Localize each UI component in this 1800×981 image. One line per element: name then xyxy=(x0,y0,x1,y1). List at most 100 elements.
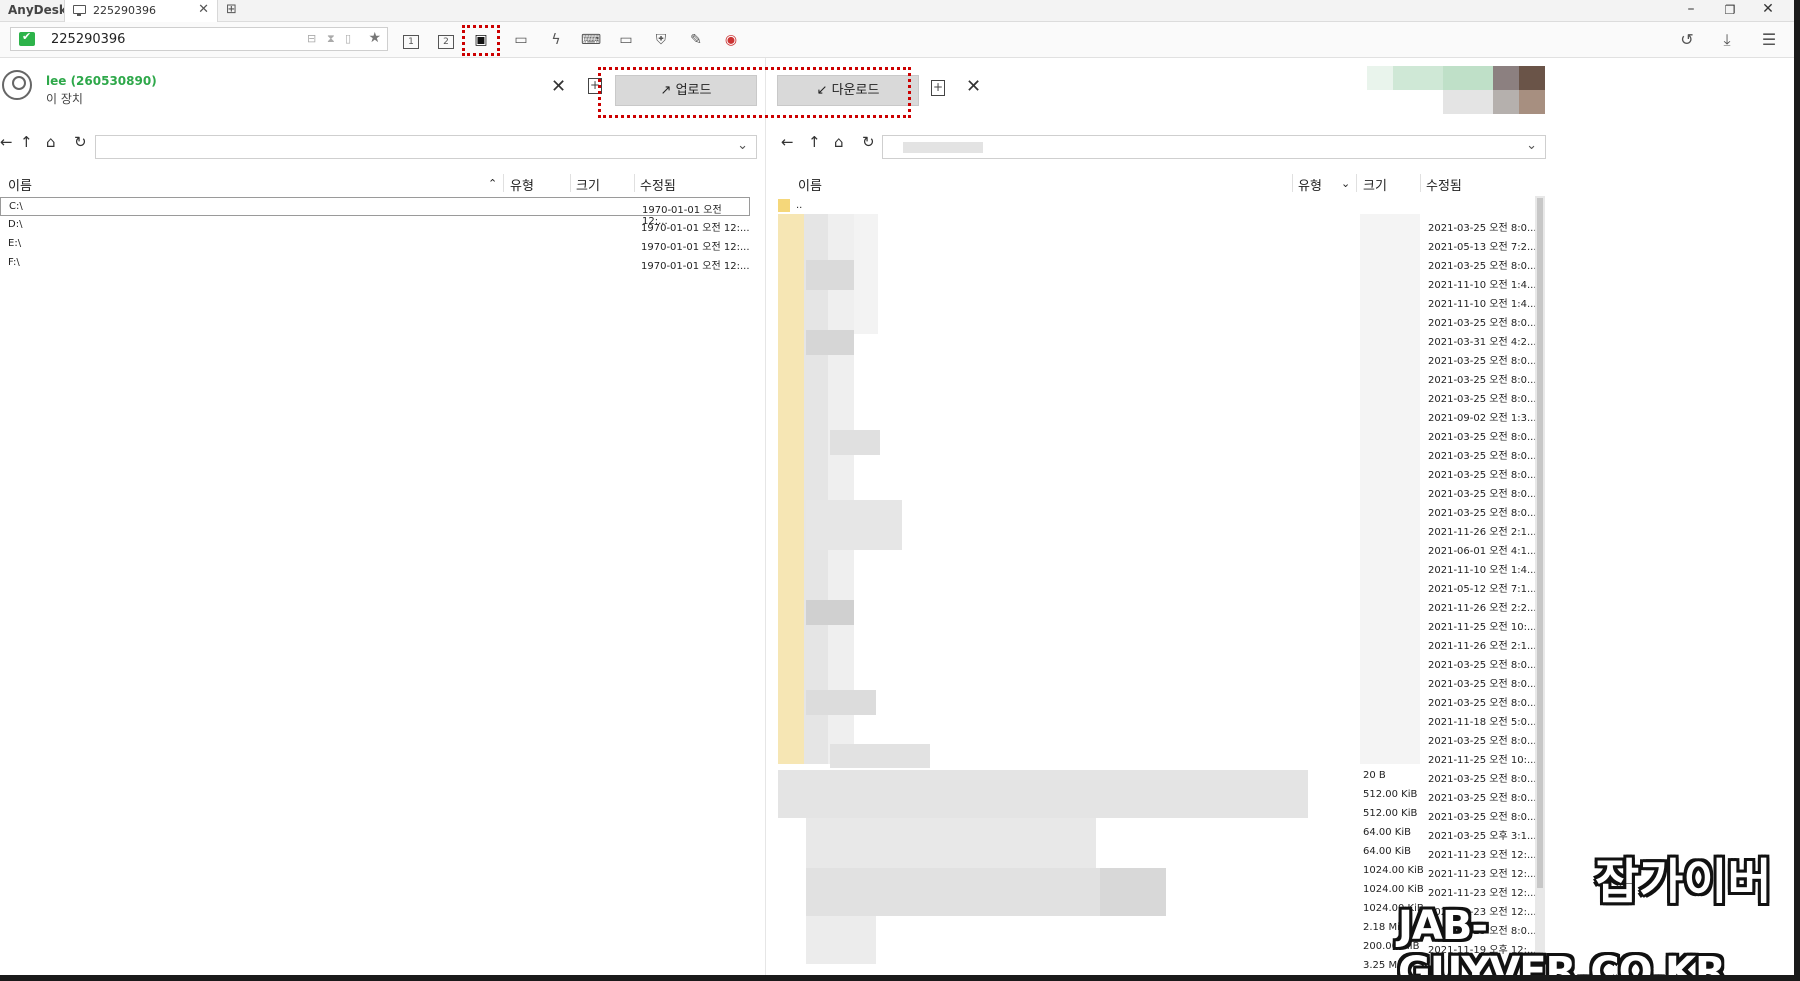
download-icon: ⤓ xyxy=(1723,30,1731,49)
drive-name: E:\ xyxy=(8,238,22,249)
chat-icon: ▭ xyxy=(514,32,528,48)
file-size: 512.00 KiB xyxy=(1363,789,1418,800)
remote-scrollbar[interactable] xyxy=(1535,196,1545,976)
remote-path-input[interactable]: ⌄ xyxy=(882,135,1546,159)
file-modified: 2021-06-01 오전 4:1... xyxy=(1428,546,1537,557)
display-button[interactable]: ▭ xyxy=(613,28,639,52)
col-modified[interactable]: 수정됨 xyxy=(640,175,676,194)
file-modified: 2021-11-10 오전 1:4... xyxy=(1428,565,1537,576)
add-remote-pane-icon[interactable]: + xyxy=(931,80,945,96)
monitor-2-icon: 2 xyxy=(438,35,454,49)
scrollbar-thumb[interactable] xyxy=(1537,198,1543,888)
close-local-pane-icon[interactable]: ✕ xyxy=(551,76,566,97)
refresh-icon[interactable]: ↻ xyxy=(862,133,875,151)
drive-modified: 1970-01-01 오전 12:... xyxy=(641,261,750,272)
monitor-1-icon: 1 xyxy=(403,35,419,49)
sort-asc-icon[interactable]: ⌃ xyxy=(488,177,497,190)
file-modified: 2021-03-25 오전 8:0... xyxy=(1428,698,1537,709)
remote-avatar-blurred xyxy=(1367,66,1545,114)
back-icon[interactable]: ← xyxy=(0,133,13,151)
file-size: 64.00 KiB xyxy=(1363,846,1412,857)
home-icon[interactable]: ⌂ xyxy=(834,133,844,151)
drive-modified: 1970-01-01 오전 12:... xyxy=(641,223,750,234)
file-modified: 2021-03-25 오전 8:0... xyxy=(1428,470,1537,481)
home-icon[interactable]: ⌂ xyxy=(46,133,56,151)
file-modified: 2021-11-25 오전 10:... xyxy=(1428,755,1537,766)
chevron-down-icon[interactable]: ⌄ xyxy=(1526,138,1537,153)
table-row[interactable]: F:\ 1970-01-01 오전 12:... xyxy=(0,254,750,273)
favorite-star-icon[interactable]: ★ xyxy=(368,30,381,46)
highlight-transfer-buttons xyxy=(598,67,911,118)
file-modified: 2021-03-25 오전 8:0... xyxy=(1428,736,1537,747)
minimize-button[interactable]: – xyxy=(1676,1,1706,17)
col-name[interactable]: 이름 xyxy=(8,175,32,194)
whiteboard-button[interactable]: ✎ xyxy=(683,28,709,52)
file-size: 1024.00 KiB xyxy=(1363,865,1424,876)
drive-name: F:\ xyxy=(8,257,20,268)
col-size[interactable]: 크기 xyxy=(1363,175,1387,194)
drive-modified: 1970-01-01 오전 12:... xyxy=(641,242,750,253)
monitor-1-button[interactable]: 1 xyxy=(398,28,424,52)
record-icon: ◉ xyxy=(724,32,738,48)
record-button[interactable]: ◉ xyxy=(718,28,744,52)
tab-bar: AnyDesk 225290396 ✕ ⊞ – ❐ ✕ xyxy=(0,0,1800,22)
watermark-url: JAB-GUYVER.CO.KR xyxy=(1398,903,1726,981)
col-divider xyxy=(570,174,571,192)
connection-status-icon xyxy=(19,30,35,46)
new-tab-icon[interactable]: ⊞ xyxy=(226,2,237,17)
col-divider xyxy=(1356,174,1357,192)
col-size[interactable]: 크기 xyxy=(576,175,600,194)
address-bar[interactable]: 225290396 ⊟ ⧗ ▯ ★ xyxy=(10,27,388,51)
up-icon[interactable]: ↑ xyxy=(20,133,33,151)
col-type[interactable]: 유형 xyxy=(1298,175,1322,194)
download-button[interactable]: ⤓ xyxy=(1714,28,1740,52)
table-row[interactable]: E:\ 1970-01-01 오전 12:... xyxy=(0,235,750,254)
table-row[interactable]: C:\ 1970-01-01 오전 12:... xyxy=(0,197,750,227)
file-modified: 2021-09-02 오전 1:3... xyxy=(1428,413,1537,424)
parent-dir[interactable]: .. xyxy=(796,200,802,211)
drive-name: C:\ xyxy=(9,201,23,212)
menu-button[interactable]: ☰ xyxy=(1756,28,1782,52)
action-button[interactable]: ϟ xyxy=(543,28,569,52)
file-modified: 2021-03-25 오전 8:0... xyxy=(1428,356,1537,367)
restore-button[interactable]: ❐ xyxy=(1715,3,1745,17)
hourglass-icon: ⧗ xyxy=(327,32,335,45)
back-icon[interactable]: ← xyxy=(781,133,794,151)
chevron-down-icon[interactable]: ⌄ xyxy=(737,138,748,153)
file-modified: 2021-03-31 오전 4:2... xyxy=(1428,337,1537,348)
permissions-button[interactable]: ⛨ xyxy=(648,28,674,52)
file-modified: 2021-03-25 오전 8:0... xyxy=(1428,508,1537,519)
col-type[interactable]: 유형 xyxy=(510,175,534,194)
col-modified[interactable]: 수정됨 xyxy=(1426,175,1462,194)
file-modified: 2021-11-23 오전 12:... xyxy=(1428,869,1537,880)
file-modified: 2021-11-10 오전 1:4... xyxy=(1428,299,1537,310)
col-divider xyxy=(1292,174,1293,192)
file-modified: 2021-03-25 오후 3:1... xyxy=(1428,831,1537,842)
close-window-button[interactable]: ✕ xyxy=(1753,1,1783,17)
sort-desc-icon[interactable]: ⌄ xyxy=(1341,177,1350,190)
up-icon[interactable]: ↑ xyxy=(808,133,821,151)
refresh-icon[interactable]: ↻ xyxy=(74,133,87,151)
file-modified: 2021-05-13 오전 7:2... xyxy=(1428,242,1537,253)
file-modified: 2021-11-23 오전 12:... xyxy=(1428,888,1537,899)
file-size: 1024.00 KiB xyxy=(1363,884,1424,895)
file-modified: 2021-03-25 오전 8:0... xyxy=(1428,793,1537,804)
table-row[interactable]: D:\ 1970-01-01 오전 12:... xyxy=(0,216,750,235)
file-modified: 2021-03-25 오전 8:0... xyxy=(1428,261,1537,272)
history-button[interactable]: ↺ xyxy=(1674,28,1700,52)
file-size: 64.00 KiB xyxy=(1363,827,1412,838)
tab-session[interactable]: 225290396 ✕ xyxy=(64,0,218,22)
keyboard-icon: ⌨ xyxy=(580,32,602,48)
chat-button[interactable]: ▭ xyxy=(508,28,534,52)
lightning-icon: ϟ xyxy=(551,32,561,48)
highlight-file-transfer xyxy=(462,25,500,56)
file-size: 512.00 KiB xyxy=(1363,808,1418,819)
monitor-2-button[interactable]: 2 xyxy=(433,28,459,52)
keyboard-button[interactable]: ⌨ xyxy=(578,28,604,52)
session-toolbar: 225290396 ⊟ ⧗ ▯ ★ 1 2 ▣ ▭ ϟ ⌨ ▭ ⛨ ✎ ◉ ↺ … xyxy=(0,22,1800,58)
local-path-input[interactable]: ⌄ xyxy=(95,135,757,159)
col-name[interactable]: 이름 xyxy=(798,175,822,194)
close-remote-pane-icon[interactable]: ✕ xyxy=(966,76,981,97)
mouse-icon: ▯ xyxy=(345,32,352,45)
close-tab-icon[interactable]: ✕ xyxy=(198,2,209,17)
